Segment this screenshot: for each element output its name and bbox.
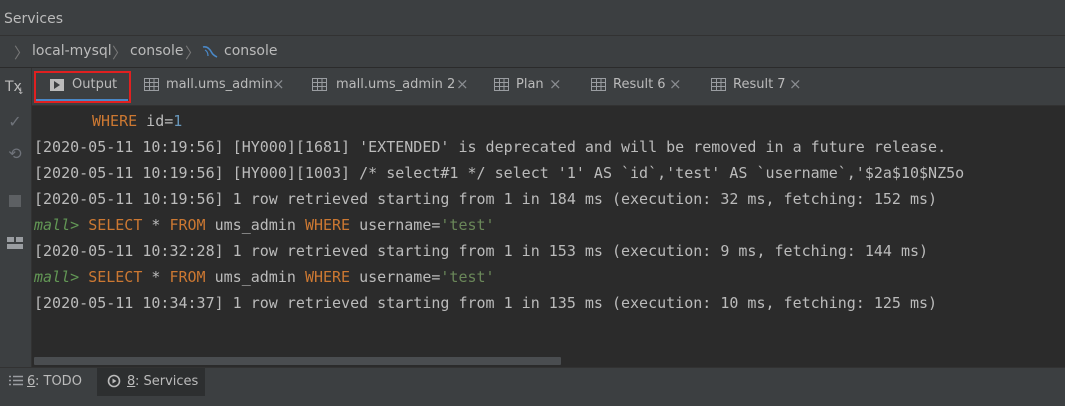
sql-text: * xyxy=(142,268,170,286)
close-tab-icon[interactable]: × xyxy=(669,75,682,93)
sql-text: ums_admin xyxy=(205,268,305,286)
layout-icon[interactable] xyxy=(7,237,23,250)
sql-text: id= xyxy=(137,112,174,130)
tool-window-bar: 6 : TODO 8 : Services xyxy=(0,367,1065,406)
sql-number: 1 xyxy=(173,112,183,130)
list-icon xyxy=(9,375,23,386)
sql-text: username= xyxy=(350,268,441,286)
console-prompt: mall> xyxy=(34,268,80,286)
sql-string: 'test' xyxy=(440,216,495,234)
scrollbar-thumb[interactable] xyxy=(34,357,561,365)
mysql-dolphin-icon xyxy=(201,44,219,60)
tab-label: mall.ums_admin 2 xyxy=(336,77,456,92)
console-line: WHERE id=1 xyxy=(92,112,182,130)
rollback-icon[interactable]: ⟲ xyxy=(0,144,30,163)
tab-label: mall.ums_admin xyxy=(166,77,273,92)
console-line: [2020-05-11 10:19:56] 1 row retrieved st… xyxy=(34,190,938,208)
console-line: [2020-05-11 10:19:56] [HY000][1681] 'EXT… xyxy=(34,138,947,156)
commit-icon[interactable]: ✓ xyxy=(0,112,30,131)
sql-keyword: SELECT xyxy=(88,268,143,286)
stop-icon[interactable] xyxy=(9,195,21,207)
services-icon xyxy=(107,374,121,388)
console-query-line: mall> SELECT * FROM ums_admin WHERE user… xyxy=(34,216,495,234)
annotation-highlight-box xyxy=(34,71,131,103)
breadcrumb-separator-icon: 〉 xyxy=(185,44,201,62)
console-output[interactable]: WHERE id=1 [2020-05-11 10:19:56] [HY000]… xyxy=(32,106,1065,356)
console-line: [2020-05-11 10:32:28] 1 row retrieved st… xyxy=(34,242,929,260)
sql-text: ums_admin xyxy=(205,216,305,234)
tab-plan[interactable]: Plan × xyxy=(490,68,570,105)
tab-mall-ums-admin-2[interactable]: mall.ums_admin 2 × xyxy=(308,68,478,105)
tab-output[interactable]: Output xyxy=(32,68,131,105)
breadcrumb-separator-icon: 〉 xyxy=(14,44,30,62)
sql-keyword: WHERE xyxy=(304,268,351,286)
console-query-line: mall> SELECT * FROM ums_admin WHERE user… xyxy=(34,268,495,286)
sql-keyword: WHERE xyxy=(304,216,351,234)
close-tab-icon[interactable]: × xyxy=(549,75,562,93)
window-title: Services xyxy=(4,11,64,27)
result-tab-bar: Output mall.ums_admin × mall.ums_admin 2… xyxy=(32,68,1065,106)
breadcrumb-item-console-file[interactable]: console xyxy=(224,43,278,59)
sql-text: username= xyxy=(350,216,441,234)
services-label: : Services xyxy=(135,374,199,389)
tab-label: Result 6 xyxy=(613,77,666,92)
tab-result-7[interactable]: Result 7 × xyxy=(707,68,817,105)
transaction-mode-button[interactable]: Tx ↓ xyxy=(5,78,27,102)
console-prompt: mall> xyxy=(34,216,80,234)
close-tab-icon[interactable]: × xyxy=(789,75,802,93)
sql-keyword: WHERE xyxy=(92,112,138,130)
tab-result-6[interactable]: Result 6 × xyxy=(587,68,697,105)
console-line: [2020-05-11 10:19:56] [HY000][1003] /* s… xyxy=(34,164,965,182)
tool-window-header: Services xyxy=(0,0,1065,36)
breadcrumb: 〉 local-mysql 〉 console 〉 console xyxy=(0,36,1065,68)
tab-label: Plan xyxy=(516,77,544,92)
tab-mall-ums-admin[interactable]: mall.ums_admin × xyxy=(140,68,290,105)
services-tool-button[interactable]: 8 : Services xyxy=(97,368,205,396)
tab-label: Result 7 xyxy=(733,77,786,92)
sql-text: * xyxy=(142,216,170,234)
close-tab-icon[interactable]: × xyxy=(272,75,285,93)
todo-tool-button[interactable]: 6 : TODO xyxy=(0,368,94,396)
breadcrumb-item-datasource[interactable]: local-mysql xyxy=(32,43,112,59)
breadcrumb-item-console[interactable]: console xyxy=(130,43,184,59)
horizontal-scrollbar[interactable] xyxy=(32,356,1065,367)
tx-dropdown-icon: ↓ xyxy=(17,87,25,97)
sql-keyword: FROM xyxy=(169,268,206,286)
console-tool-strip: Tx ↓ ✓ ⟲ xyxy=(0,68,32,367)
sql-keyword: SELECT xyxy=(88,216,143,234)
table-grid-icon xyxy=(494,78,509,91)
sql-string: 'test' xyxy=(440,268,495,286)
table-grid-icon xyxy=(591,78,606,91)
sql-keyword: FROM xyxy=(169,216,206,234)
table-grid-icon xyxy=(144,78,159,91)
todo-label: : TODO xyxy=(35,374,82,389)
console-line: [2020-05-11 10:34:37] 1 row retrieved st… xyxy=(34,294,938,312)
table-grid-icon xyxy=(312,78,327,91)
breadcrumb-separator-icon: 〉 xyxy=(112,44,128,62)
table-grid-icon xyxy=(711,78,726,91)
close-tab-icon[interactable]: × xyxy=(456,75,469,93)
